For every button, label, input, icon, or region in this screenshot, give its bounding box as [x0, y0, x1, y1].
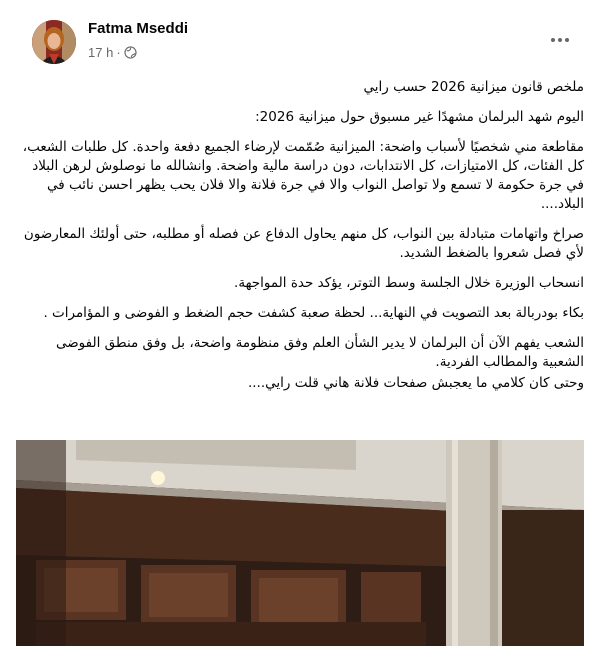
post-paragraph: بكاء بودربالة بعد التصويت في النهاية... …	[43, 305, 584, 321]
post-paragraph: صراخ واتهامات متبادلة بين النواب، كل منه…	[23, 226, 584, 261]
more-options-icon	[565, 38, 569, 42]
author-avatar[interactable]	[32, 20, 76, 64]
meta-separator: ·	[116, 45, 121, 60]
post-meta: 17 h ·	[88, 45, 137, 60]
author-name[interactable]: Fatma Mseddi	[88, 20, 188, 37]
facebook-post: Fatma Mseddi 17 h · ملخص قانون ميزانية 2…	[0, 0, 600, 646]
post-paragraph: انسحاب الوزيرة خلال الجلسة وسط التوتر، ي…	[234, 275, 584, 291]
post-paragraph: مقاطعة مني شخصيًا لأسباب واضحة: الميزاني…	[22, 139, 584, 212]
post-paragraph: ملخص قانون ميزانية 2026 حسب رايي	[363, 79, 585, 95]
post-photo[interactable]	[16, 440, 584, 646]
post-time[interactable]: 17 h	[88, 45, 113, 60]
post-paragraph: اليوم شهد البرلمان مشهدًا غير مسبوق حول …	[255, 109, 584, 125]
more-options-icon	[551, 38, 555, 42]
post-paragraph: الشعب يفهم الآن أن البرلمان لا يدير الشأ…	[55, 335, 584, 370]
globe-icon[interactable]	[124, 46, 137, 59]
post-body: ملخص قانون ميزانية 2026 حسب رايي اليوم ش…	[16, 78, 584, 404]
more-options-icon	[558, 38, 562, 42]
post-paragraph: وحتى كان كلامي ما يعجبش صفحات فلانة هاني…	[247, 375, 584, 391]
more-options-button[interactable]	[543, 30, 577, 50]
